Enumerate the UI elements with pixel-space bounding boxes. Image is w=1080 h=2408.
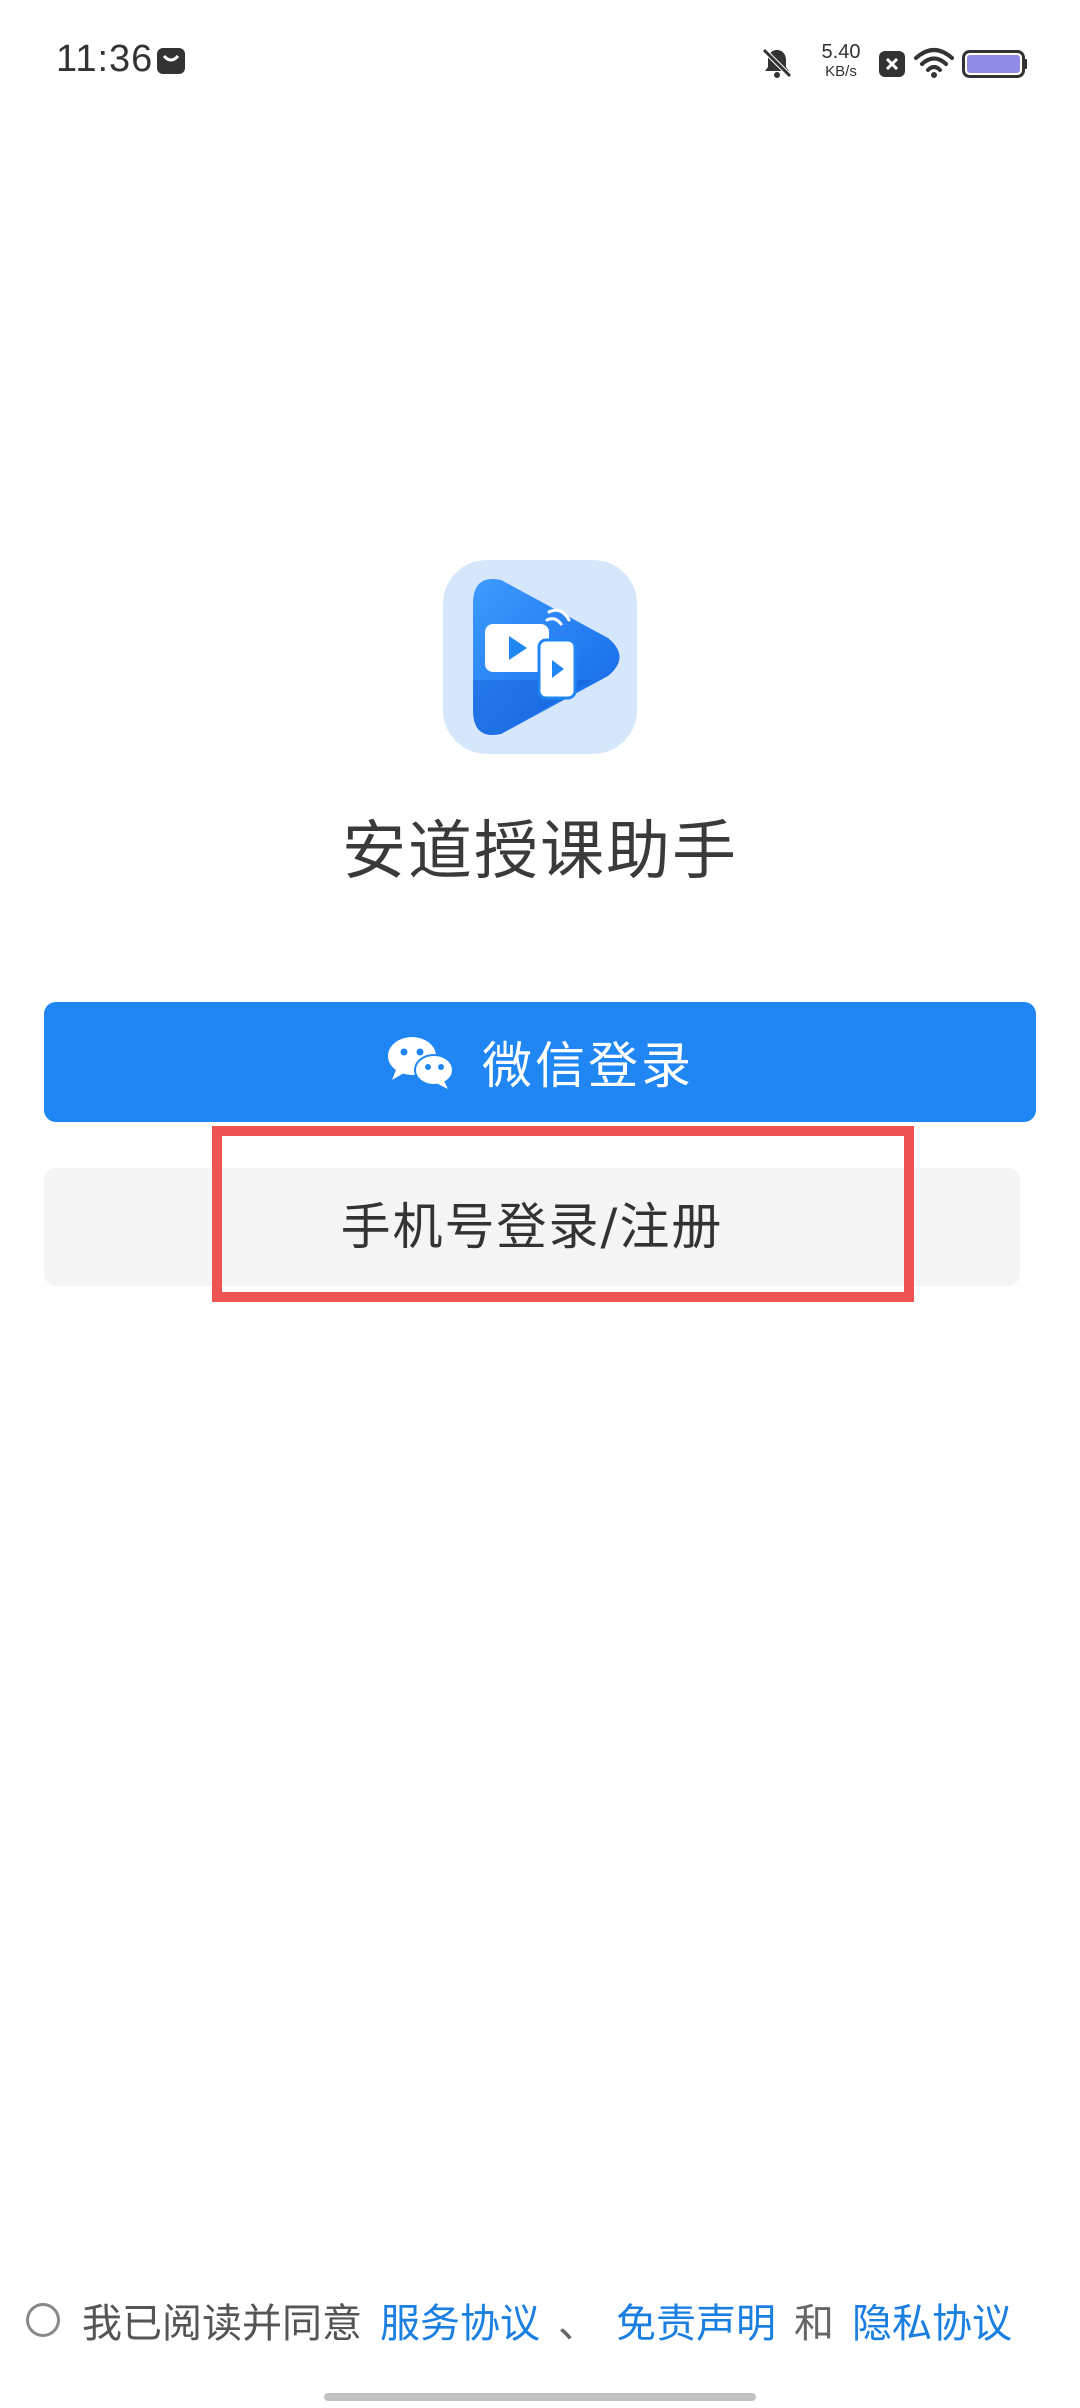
phone-login-button[interactable]: 手机号登录/注册	[44, 1168, 1020, 1286]
network-speed-value: 5.40	[821, 41, 861, 63]
disclaimer-link[interactable]: 免责声明	[616, 2291, 776, 2349]
network-speed: 5.40 KB/s	[816, 42, 866, 79]
service-agreement-link[interactable]: 服务协议	[380, 2291, 540, 2349]
home-indicator[interactable]	[324, 2393, 756, 2401]
app-logo-icon	[443, 560, 637, 754]
status-icons: 5.40 KB/s	[724, 38, 1027, 88]
wechat-login-button[interactable]: 微信登录	[44, 1002, 1036, 1122]
app-logo-graphic	[473, 579, 620, 735]
notification-bag-icon	[157, 48, 185, 74]
app-name: 安道授课助手	[342, 815, 738, 889]
agreement-prefix: 我已阅读并同意	[82, 2301, 362, 2347]
battery-icon	[962, 50, 1027, 78]
wifi-icon	[914, 48, 954, 78]
agreement-row: 我已阅读并同意 服务协议 、 免责声明 和 隐私协议	[26, 2290, 1012, 2350]
status-bar: 11:36 5.40 KB/s	[0, 0, 1080, 126]
phone-login-label: 手机号登录/注册	[340, 1198, 724, 1256]
agreement-radio[interactable]	[26, 2303, 60, 2337]
agreement-separator: 、	[558, 2301, 598, 2347]
agreement-and: 和	[794, 2301, 834, 2347]
wechat-login-label: 微信登录	[482, 1037, 694, 1095]
close-box-icon	[879, 51, 905, 77]
status-time: 11:36	[56, 38, 154, 80]
network-speed-unit: KB/s	[825, 63, 857, 80]
wechat-icon	[388, 1037, 454, 1089]
privacy-agreement-link[interactable]: 隐私协议	[852, 2291, 1012, 2349]
mute-bell-icon	[762, 48, 792, 78]
